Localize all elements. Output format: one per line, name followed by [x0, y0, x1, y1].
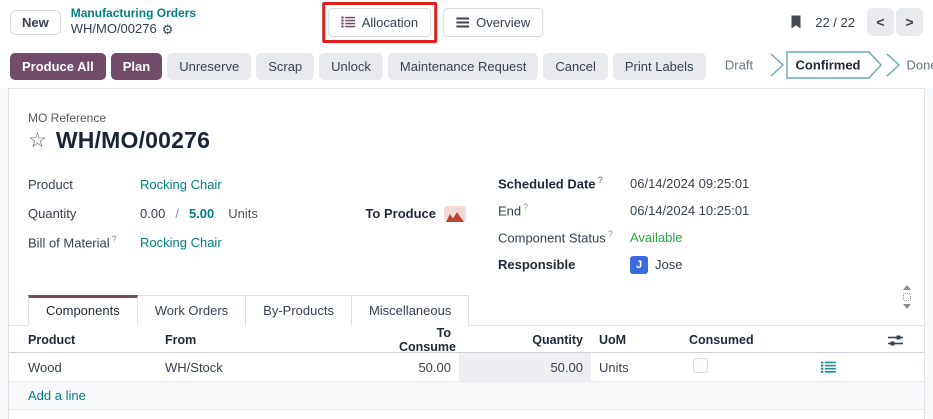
optional-columns-icon[interactable]: [886, 332, 905, 349]
page-title: WH/MO/00276: [56, 127, 210, 154]
product-value-link[interactable]: Rocking Chair: [140, 177, 222, 192]
scroll-widget[interactable]: [903, 285, 911, 309]
table-row: Wood WH/Stock 50.00 50.00 Units: [9, 353, 924, 382]
produce-all-button[interactable]: Produce All: [10, 53, 106, 80]
add-a-line-link[interactable]: Add a line: [28, 388, 86, 403]
statusbar: Draft Confirmed Done: [711, 50, 933, 83]
statusbar-chevron-icon: [887, 54, 899, 76]
tab-miscellaneous[interactable]: Miscellaneous: [352, 295, 469, 326]
header-uom: UoM: [591, 333, 681, 347]
end-label: End?: [498, 202, 630, 218]
responsible-value[interactable]: Jose: [655, 257, 682, 272]
pager-next-button[interactable]: >: [896, 8, 923, 36]
statusbar-chevron-icon: [771, 54, 783, 76]
pager-counter: 22 / 22: [815, 15, 855, 30]
scrap-button[interactable]: Scrap: [256, 53, 314, 80]
gear-icon[interactable]: ⚙: [162, 23, 174, 36]
end-value[interactable]: 06/14/2024 10:25:01: [630, 203, 749, 218]
quantity-uom: Units: [228, 206, 258, 221]
quantity-separator: /: [175, 206, 179, 221]
help-icon: ?: [112, 234, 117, 244]
tab-by-products[interactable]: By-Products: [246, 295, 352, 326]
left-column: Product Rocking Chair Quantity 0.00 / 5.…: [28, 170, 468, 278]
mo-reference-label: MO Reference: [28, 111, 904, 125]
breadcrumb: Manufacturing Orders WH/MO/00276 ⚙: [71, 6, 196, 37]
maintenance-request-button[interactable]: Maintenance Request: [388, 53, 538, 80]
allocation-button[interactable]: Allocation: [328, 8, 431, 37]
right-column: Scheduled Date? 06/14/2024 09:25:01 End?…: [498, 170, 904, 278]
scroll-handle-icon[interactable]: [903, 293, 911, 301]
quantity-to-produce[interactable]: 5.00: [189, 206, 214, 221]
help-icon: ?: [523, 202, 528, 212]
cell-to-consume[interactable]: 50.00: [399, 360, 459, 375]
header-from: From: [165, 333, 399, 347]
print-labels-button[interactable]: Print Labels: [613, 53, 706, 80]
end-field: End? 06/14/2024 10:25:01: [498, 197, 904, 224]
table-header-row: Product From To Consume Quantity UoM Con…: [9, 326, 924, 353]
plan-button[interactable]: Plan: [111, 53, 162, 80]
scheduled-date-label: Scheduled Date?: [498, 175, 630, 191]
cell-from[interactable]: WH/Stock: [165, 360, 399, 375]
overview-label: Overview: [476, 15, 530, 30]
cell-uom[interactable]: Units: [591, 360, 681, 375]
header-quantity: Quantity: [459, 333, 591, 347]
bookmark-icon[interactable]: [789, 14, 803, 30]
breadcrumb-current: WH/MO/00276: [71, 21, 157, 37]
quantity-produced[interactable]: 0.00: [140, 206, 165, 221]
scroll-down-icon[interactable]: [903, 304, 911, 309]
form-sheet: MO Reference ☆ WH/MO/00276 Product Rocki…: [8, 88, 925, 419]
help-icon: ?: [598, 175, 604, 185]
statusbar-done[interactable]: Done: [906, 57, 933, 72]
favorite-star-icon[interactable]: ☆: [28, 130, 47, 151]
cell-product[interactable]: Wood: [9, 360, 165, 375]
component-status-field: Component Status? Available: [498, 224, 904, 251]
notebook-tabs: Components Work Orders By-Products Misce…: [9, 295, 924, 326]
bars-icon: [456, 17, 469, 28]
field-grid: Product Rocking Chair Quantity 0.00 / 5.…: [28, 170, 904, 278]
product-field: Product Rocking Chair: [28, 170, 468, 199]
bom-value-link[interactable]: Rocking Chair: [140, 235, 222, 250]
quantity-field: Quantity 0.00 / 5.00 Units To Produce: [28, 199, 468, 228]
forecast-chart-icon[interactable]: [444, 206, 466, 222]
product-label: Product: [28, 177, 140, 192]
cancel-button[interactable]: Cancel: [543, 53, 607, 80]
header-to-consume: To Consume: [399, 326, 459, 354]
scheduled-date-value[interactable]: 06/14/2024 09:25:01: [630, 176, 749, 191]
component-status-label: Component Status?: [498, 229, 630, 245]
statusbar-draft[interactable]: Draft: [724, 57, 753, 72]
control-panel: New Manufacturing Orders WH/MO/00276 ⚙ A…: [0, 0, 933, 44]
annotation-highlight-box: Allocation: [322, 2, 437, 43]
responsible-field: Responsible J Jose: [498, 251, 904, 278]
avatar[interactable]: J: [630, 256, 648, 274]
components-table: Product From To Consume Quantity UoM Con…: [9, 326, 924, 410]
consumed-checkbox[interactable]: [693, 358, 708, 373]
statusbar-confirmed[interactable]: Confirmed: [795, 57, 860, 72]
component-status-value: Available: [630, 230, 683, 245]
quantity-label: Quantity: [28, 206, 140, 221]
bom-field: Bill of Material? Rocking Chair: [28, 228, 468, 257]
move-details-icon[interactable]: [819, 359, 838, 375]
help-icon: ?: [608, 229, 613, 239]
scroll-up-icon[interactable]: [903, 285, 911, 290]
responsible-label: Responsible: [498, 257, 630, 272]
pager-previous-button[interactable]: <: [867, 8, 894, 36]
header-product: Product: [9, 333, 165, 347]
bom-label: Bill of Material?: [28, 234, 140, 250]
scheduled-date-field: Scheduled Date? 06/14/2024 09:25:01: [498, 170, 904, 197]
tab-components[interactable]: Components: [28, 295, 138, 326]
view-switcher: Allocation Overview: [322, 2, 544, 43]
breadcrumb-parent-link[interactable]: Manufacturing Orders: [71, 6, 196, 21]
unreserve-button[interactable]: Unreserve: [167, 53, 251, 80]
new-button[interactable]: New: [10, 10, 61, 35]
unlock-button[interactable]: Unlock: [319, 53, 383, 80]
to-produce-label: To Produce: [365, 206, 436, 221]
allocation-label: Allocation: [362, 15, 418, 30]
header-consumed: Consumed: [681, 333, 791, 347]
pager-area: 22 / 22 < >: [789, 8, 923, 36]
overview-button[interactable]: Overview: [443, 8, 543, 37]
tab-work-orders[interactable]: Work Orders: [138, 295, 246, 326]
action-bar: Produce All Plan Unreserve Scrap Unlock …: [0, 44, 933, 88]
cell-quantity[interactable]: 50.00: [459, 353, 591, 381]
list-icon: [341, 16, 355, 28]
